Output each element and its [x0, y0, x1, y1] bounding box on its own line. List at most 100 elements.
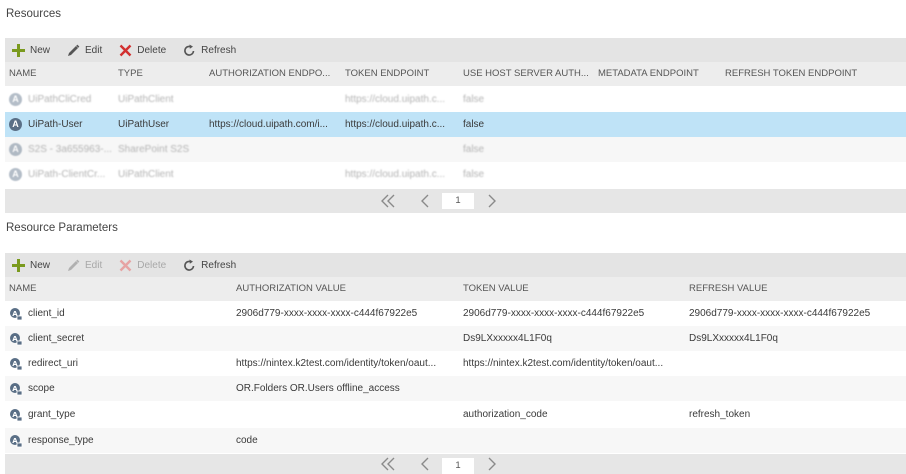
- refresh-label: Refresh: [201, 259, 237, 271]
- row-auth-endpoint: [209, 162, 337, 187]
- page-number[interactable]: 1: [442, 193, 474, 209]
- parameters-pager: 1: [5, 454, 906, 474]
- col-token-endpoint[interactable]: TOKEN ENDPOINT: [345, 62, 455, 86]
- table-row[interactable]: A grant_type authorization_code refresh_…: [5, 402, 906, 427]
- table-row[interactable]: A S2S - 3a655963-... SharePoint S2S fals…: [5, 137, 906, 162]
- resources-new-button[interactable]: New: [11, 38, 50, 62]
- x-icon: [118, 258, 132, 272]
- table-row[interactable]: A UiPathCliCred UiPathClient https://clo…: [5, 87, 906, 112]
- param-name: client_secret: [28, 333, 85, 344]
- resources-refresh-button[interactable]: Refresh: [182, 38, 236, 62]
- col-name[interactable]: NAME: [9, 277, 209, 301]
- table-row[interactable]: A response_type code: [5, 428, 906, 453]
- col-refresh-token-endpoint[interactable]: REFRESH TOKEN ENDPOINT: [725, 62, 895, 86]
- param-refresh-value: Ds9LXxxxxx4L1F0q: [689, 333, 778, 344]
- col-refresh-value[interactable]: REFRESH VALUE: [689, 277, 889, 301]
- parameter-icon: A: [9, 332, 23, 346]
- table-row[interactable]: A scope OR.Folders OR.Users offline_acce…: [5, 376, 906, 401]
- param-name: response_type: [28, 435, 94, 446]
- row-token-endpoint: https://cloud.uipath.c...: [345, 169, 446, 180]
- col-authorization-endpoint[interactable]: AUTHORIZATION ENDPO...: [209, 62, 337, 86]
- refresh-icon: [182, 258, 196, 272]
- resource-type-icon: A: [9, 143, 22, 156]
- param-token-value: https://nintex.k2test.com/identity/token…: [463, 358, 664, 369]
- row-use-host: false: [463, 169, 485, 180]
- parameter-icon: A: [9, 408, 23, 422]
- row-name: UiPath-ClientCr...: [28, 169, 106, 180]
- table-row[interactable]: A UiPath-ClientCr... UiPathClient https:…: [5, 162, 906, 187]
- parameters-toolbar: New Edit Delete Refresh: [5, 253, 906, 277]
- row-auth-endpoint: [209, 87, 337, 112]
- parameters-refresh-button[interactable]: Refresh: [182, 253, 236, 277]
- param-refresh-value: [689, 351, 904, 376]
- col-token-value[interactable]: TOKEN VALUE: [463, 277, 663, 301]
- col-type[interactable]: TYPE: [118, 62, 203, 86]
- param-name: client_id: [28, 308, 65, 319]
- parameters-new-button[interactable]: New: [11, 253, 50, 277]
- row-name: UiPath-User: [28, 119, 83, 130]
- table-row[interactable]: A redirect_uri https://nintex.k2test.com…: [5, 351, 906, 376]
- resources-pager: 1: [5, 189, 906, 213]
- param-token-value: authorization_code: [463, 409, 548, 420]
- param-auth-value: code: [236, 435, 258, 446]
- new-label: New: [30, 259, 51, 271]
- row-token-endpoint: https://cloud.uipath.c...: [345, 119, 446, 130]
- param-token-value: [463, 376, 685, 401]
- plus-icon: [11, 258, 25, 272]
- refresh-icon: [182, 43, 196, 57]
- col-name[interactable]: NAME: [9, 62, 109, 86]
- row-type: UiPathClient: [118, 94, 174, 105]
- parameters-edit-button[interactable]: Edit: [66, 253, 102, 277]
- double-chevron-left-icon[interactable]: [380, 452, 396, 474]
- param-auth-value: [236, 402, 458, 427]
- resources-delete-button[interactable]: Delete: [118, 38, 166, 62]
- row-token-endpoint: https://cloud.uipath.c...: [345, 94, 446, 105]
- resources-toolbar: New Edit Delete Refresh: [5, 38, 906, 62]
- edit-label: Edit: [85, 44, 103, 56]
- chevron-right-icon[interactable]: [487, 452, 497, 474]
- row-token-endpoint: [345, 137, 457, 162]
- row-auth-endpoint: https://cloud.uipath.com/i...: [209, 119, 328, 130]
- row-use-host: false: [463, 144, 485, 155]
- param-token-value: [463, 428, 685, 453]
- new-label: New: [30, 44, 51, 56]
- resources-edit-button[interactable]: Edit: [66, 38, 102, 62]
- row-name: UiPathCliCred: [28, 94, 92, 105]
- resource-type-icon: A: [9, 168, 22, 181]
- delete-label: Delete: [137, 44, 167, 56]
- param-auth-value: OR.Folders OR.Users offline_access: [236, 383, 400, 394]
- param-name: grant_type: [28, 409, 76, 420]
- row-use-host: false: [463, 119, 485, 130]
- parameters-header: NAME AUTHORIZATION VALUE TOKEN VALUE REF…: [5, 277, 906, 301]
- parameter-icon: A: [9, 382, 23, 396]
- table-row[interactable]: A client_secret Ds9LXxxxxx4L1F0q Ds9LXxx…: [5, 326, 906, 351]
- table-row[interactable]: A client_id 2906d779-xxxx-xxxx-xxxx-c444…: [5, 301, 906, 326]
- row-type: SharePoint S2S: [118, 144, 190, 155]
- parameter-icon: A: [9, 307, 23, 321]
- table-row-selected[interactable]: A UiPath-User UiPathUser https://cloud.u…: [5, 112, 906, 137]
- col-authorization-value[interactable]: AUTHORIZATION VALUE: [236, 277, 436, 301]
- param-refresh-value: 2906d779-xxxx-xxxx-xxxx-c444f67922e5: [689, 308, 871, 319]
- col-metadata-endpoint[interactable]: METADATA ENDPOINT: [598, 62, 718, 86]
- page-number[interactable]: 1: [442, 458, 474, 474]
- resource-type-icon: A: [9, 93, 22, 106]
- param-auth-value: https://nintex.k2test.com/identity/token…: [236, 358, 437, 369]
- pencil-icon: [66, 258, 80, 272]
- double-chevron-left-icon[interactable]: [380, 189, 396, 213]
- delete-label: Delete: [137, 259, 167, 271]
- param-refresh-value: [689, 428, 904, 453]
- parameter-icon: A: [9, 357, 23, 371]
- row-name: S2S - 3a655963-...: [28, 144, 112, 155]
- x-icon: [118, 43, 132, 57]
- chevron-left-icon[interactable]: [421, 452, 431, 474]
- refresh-label: Refresh: [201, 44, 237, 56]
- param-auth-value: 2906d779-xxxx-xxxx-xxxx-c444f67922e5: [236, 308, 418, 319]
- row-use-host: false: [463, 94, 485, 105]
- param-refresh-value: [689, 376, 904, 401]
- resources-title: Resources: [6, 8, 61, 20]
- parameters-delete-button[interactable]: Delete: [118, 253, 166, 277]
- chevron-left-icon[interactable]: [421, 189, 431, 213]
- chevron-right-icon[interactable]: [487, 189, 497, 213]
- param-token-value: Ds9LXxxxxx4L1F0q: [463, 333, 552, 344]
- col-use-host-server-auth[interactable]: USE HOST SERVER AUTH...: [463, 62, 593, 86]
